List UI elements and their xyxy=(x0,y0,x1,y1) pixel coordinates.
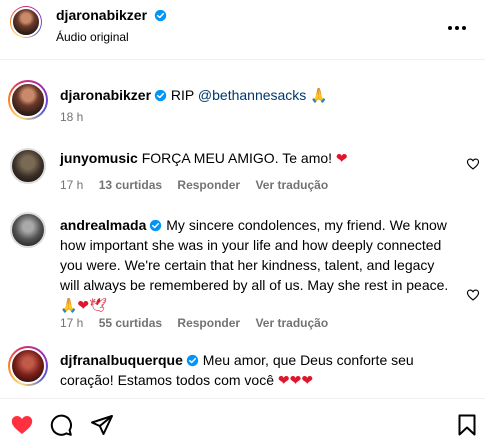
comment-username[interactable]: junyomusic xyxy=(60,150,138,166)
comment-text: andrealmada My sincere condolences, my f… xyxy=(60,215,450,316)
share-icon[interactable] xyxy=(90,413,114,437)
avatar[interactable] xyxy=(10,348,46,384)
avatar[interactable] xyxy=(10,148,46,184)
avatar-ring[interactable] xyxy=(8,346,48,386)
reply-button[interactable]: Responder xyxy=(177,178,240,192)
comment-meta: 17 h 13 curtidas Responder Ver tradução xyxy=(60,178,340,192)
comment-icon[interactable] xyxy=(49,413,73,437)
like-comment-heart-icon[interactable] xyxy=(466,288,480,302)
verified-icon xyxy=(154,9,167,22)
avatar[interactable] xyxy=(10,212,46,248)
more-icon xyxy=(448,26,452,30)
caption-avatar-ring[interactable] xyxy=(8,80,48,120)
pray-emoji: 🙏 xyxy=(310,88,328,104)
hearts-emoji: ❤❤❤ xyxy=(277,373,314,389)
more-options-button[interactable] xyxy=(445,16,469,40)
author-username[interactable]: djaronabikzer xyxy=(56,7,147,23)
translate-button[interactable]: Ver tradução xyxy=(255,178,328,192)
comment-meta: 17 h 55 curtidas Responder Ver tradução xyxy=(60,316,340,330)
comment-time[interactable]: 17 h xyxy=(60,316,83,330)
caption-text: djaronabikzer RIP @bethannesacks 🙏 xyxy=(60,86,460,106)
translate-button[interactable]: Ver tradução xyxy=(255,316,328,330)
comment-text: junyomusic FORÇA MEU AMIGO. Te amo! ❤ xyxy=(60,149,450,169)
caption-meta: 18 h xyxy=(60,110,95,124)
heart-emoji: ❤ xyxy=(335,151,348,167)
author-avatar-ring[interactable] xyxy=(10,6,42,38)
comment-time[interactable]: 17 h xyxy=(60,178,83,192)
caption-prefix: RIP xyxy=(170,87,198,103)
comment-likes[interactable]: 55 curtidas xyxy=(99,316,162,330)
comment-text: djfranalbuquerque Meu amor, que Deus con… xyxy=(60,350,450,391)
emoji-sequence: 🙏❤🕊 xyxy=(60,298,107,314)
more-icon-dot xyxy=(462,26,466,30)
comment-username[interactable]: andrealmada xyxy=(60,217,146,233)
bookmark-icon[interactable] xyxy=(455,413,479,437)
avatar-ring[interactable] xyxy=(8,210,48,250)
comment-body: FORÇA MEU AMIGO. Te amo! xyxy=(141,150,336,166)
verified-icon xyxy=(186,354,199,367)
audio-label[interactable]: Áudio original xyxy=(56,30,129,44)
avatar[interactable] xyxy=(10,82,46,118)
like-comment-heart-icon[interactable] xyxy=(466,157,480,171)
heart-icon[interactable] xyxy=(10,413,34,437)
emoji-row: 🙏❤🕊 xyxy=(60,298,107,314)
verified-icon xyxy=(150,219,162,232)
reply-button[interactable]: Responder xyxy=(177,316,240,330)
verified-icon xyxy=(154,89,167,102)
comment-likes[interactable]: 13 curtidas xyxy=(99,178,162,192)
more-icon-dot xyxy=(455,26,459,30)
avatar[interactable] xyxy=(11,7,41,37)
post-header: djaronabikzer Áudio original xyxy=(0,0,485,60)
avatar-ring[interactable] xyxy=(8,146,48,186)
caption-mention[interactable]: @bethannesacks xyxy=(198,87,306,103)
comment-username[interactable]: djfranalbuquerque xyxy=(60,352,183,368)
caption-time[interactable]: 18 h xyxy=(60,110,83,124)
author-line: djaronabikzer xyxy=(56,7,167,23)
post-action-bar xyxy=(0,398,485,448)
caption-username[interactable]: djaronabikzer xyxy=(60,87,151,103)
